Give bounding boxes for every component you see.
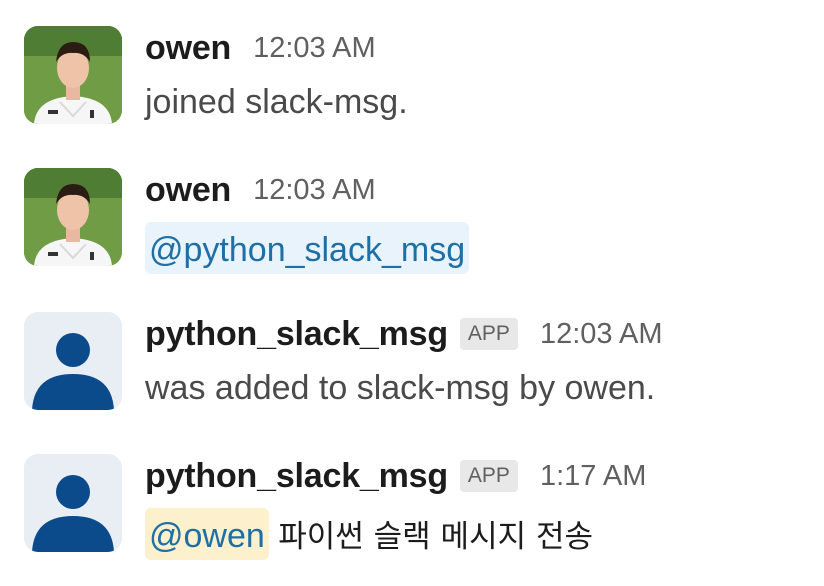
self-mention[interactable]: @owen <box>145 508 269 560</box>
default-user-icon <box>24 312 122 410</box>
message-content: python_slack_msg APP 1:17 AM @owen 파이썬 슬… <box>145 454 804 560</box>
message-content: owen 12:03 AM @python_slack_msg <box>145 168 804 274</box>
message-header: python_slack_msg APP 12:03 AM <box>145 312 804 356</box>
message-text: was added to slack-msg by owen. <box>145 366 804 410</box>
message-header: owen 12:03 AM <box>145 168 804 212</box>
bot-avatar[interactable] <box>24 454 122 552</box>
message-body-text: 파이썬 슬랙 메시지 전송 <box>278 519 594 555</box>
timestamp[interactable]: 12:03 AM <box>253 32 376 65</box>
app-badge: APP <box>459 460 518 492</box>
app-badge: APP <box>459 318 518 350</box>
author-name[interactable]: owen <box>145 171 231 210</box>
timestamp[interactable]: 12:03 AM <box>253 174 376 207</box>
timestamp[interactable]: 1:17 AM <box>540 460 646 493</box>
author-name[interactable]: owen <box>145 29 231 68</box>
user-avatar[interactable] <box>24 168 122 266</box>
message-body-text: was added to slack-msg by owen. <box>145 369 656 407</box>
person-photo-icon <box>24 26 122 124</box>
person-photo-icon <box>24 168 122 266</box>
author-name[interactable]: python_slack_msg <box>145 315 448 354</box>
message-text: @owen 파이썬 슬랙 메시지 전송 <box>145 508 804 560</box>
message-content: owen 12:03 AM joined slack-msg. <box>145 26 804 124</box>
user-avatar[interactable] <box>24 26 122 124</box>
message-text: joined slack-msg. <box>145 80 804 124</box>
message-header: owen 12:03 AM <box>145 26 804 70</box>
user-mention[interactable]: @python_slack_msg <box>145 222 470 274</box>
default-user-icon <box>24 454 122 552</box>
message-content: python_slack_msg APP 12:03 AM was added … <box>145 312 804 410</box>
timestamp[interactable]: 12:03 AM <box>540 318 663 351</box>
bot-avatar[interactable] <box>24 312 122 410</box>
message-body-text: joined slack-msg. <box>145 83 408 121</box>
message-text: @python_slack_msg <box>145 222 804 274</box>
message-header: python_slack_msg APP 1:17 AM <box>145 454 804 498</box>
author-name[interactable]: python_slack_msg <box>145 457 448 496</box>
